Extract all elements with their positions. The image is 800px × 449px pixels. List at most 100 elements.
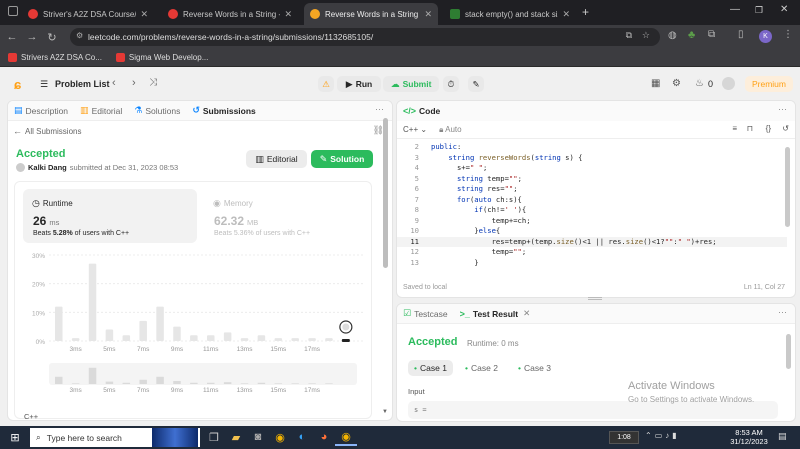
- problem-list-link[interactable]: Problem List: [55, 79, 110, 89]
- tab-description[interactable]: ▤ Description: [14, 105, 68, 116]
- runtime-bar[interactable]: [122, 335, 131, 341]
- reset-code-icon[interactable]: ↺: [782, 124, 789, 133]
- windows-start-icon[interactable]: ⊞: [4, 429, 26, 447]
- sidebar-icon[interactable]: ▯: [738, 29, 744, 40]
- code-line[interactable]: 2 public:: [397, 142, 462, 153]
- code-line[interactable]: 8 if(ch!=' '){: [397, 205, 527, 216]
- restore-icon[interactable]: ❐: [755, 5, 763, 16]
- media-widget[interactable]: 1:08: [609, 431, 639, 444]
- panel-resize-handle[interactable]: [588, 297, 602, 300]
- panel-more-icon[interactable]: ···: [778, 104, 787, 114]
- runtime-bar[interactable]: [240, 338, 249, 341]
- runtime-bar[interactable]: [105, 329, 114, 341]
- edge-icon[interactable]: ◐: [291, 428, 313, 446]
- runtime-bar[interactable]: [223, 332, 232, 341]
- site-info-icon[interactable]: ⚙: [76, 31, 83, 40]
- editorial-button[interactable]: ▥ Editorial: [246, 150, 307, 168]
- all-submissions-link[interactable]: ← All Submissions: [13, 126, 81, 136]
- new-tab-icon[interactable]: +: [582, 5, 589, 19]
- shuffle-icon[interactable]: ⤨: [149, 77, 157, 88]
- tab-test-result[interactable]: >_ Test Result ✕: [460, 308, 531, 319]
- runtime-bar[interactable]: [190, 335, 198, 341]
- camera-icon[interactable]: ◙: [247, 428, 269, 446]
- panel-more-icon[interactable]: ···: [778, 307, 787, 317]
- solution-button[interactable]: ✎ Solution: [311, 150, 373, 168]
- runtime-bar[interactable]: [173, 326, 181, 341]
- bookmark-icon[interactable]: ⊓: [747, 124, 753, 133]
- runtime-bar[interactable]: [139, 320, 147, 341]
- tab-code[interactable]: </> Code: [403, 106, 440, 116]
- author-avatar[interactable]: [16, 163, 25, 172]
- braces-icon[interactable]: {}: [766, 124, 771, 133]
- streak-fire-icon[interactable]: ♨: [695, 78, 704, 89]
- search-highlight-image[interactable]: [152, 428, 198, 447]
- close-window-icon[interactable]: ✕: [780, 4, 788, 15]
- code-line[interactable]: 5 string temp="";: [397, 174, 522, 185]
- case-3-tab[interactable]: • Case 3: [512, 360, 557, 376]
- extension-icon[interactable]: ◍: [668, 30, 677, 41]
- extension-plant-icon[interactable]: ♣: [688, 29, 695, 41]
- runtime-range-selector[interactable]: 3ms 5ms 7ms 9ms 11ms 13ms 15ms 17ms: [15, 360, 371, 400]
- next-problem-icon[interactable]: ›: [132, 77, 136, 89]
- browser-tab[interactable]: Striver's A2Z DSA Course/Sheet ✕: [22, 3, 154, 25]
- close-tab-icon[interactable]: ✕: [140, 9, 148, 20]
- task-view-icon[interactable]: ❐: [203, 428, 225, 446]
- scroll-down-icon[interactable]: ▼: [382, 409, 388, 415]
- runtime-bar[interactable]: [156, 306, 164, 341]
- runtime-bar[interactable]: [55, 306, 63, 341]
- code-editor[interactable]: 2 public: 3 string reverseWords(string s) …: [397, 141, 787, 274]
- reload-icon[interactable]: ↻: [42, 31, 62, 44]
- leetcode-logo-icon[interactable]: ɕ: [14, 77, 21, 92]
- tab-submissions[interactable]: ↺ Submissions: [192, 105, 255, 116]
- back-icon[interactable]: ←: [2, 31, 22, 43]
- code-line[interactable]: 3 string reverseWords(string s) {: [397, 153, 583, 164]
- prev-problem-icon[interactable]: ‹: [112, 77, 116, 89]
- premium-button[interactable]: Premium: [745, 76, 793, 92]
- chrome-active-icon[interactable]: ◉: [335, 428, 357, 446]
- browser-tab-active[interactable]: Reverse Words in a String - Lee ✕: [304, 3, 438, 25]
- clock[interactable]: 8:53 AM 31/12/2023: [727, 428, 771, 446]
- auto-mode-toggle[interactable]: 🔒︎ Auto: [439, 125, 462, 135]
- result-scrollbar[interactable]: [786, 334, 791, 369]
- timer-icon[interactable]: ⏱: [443, 76, 459, 92]
- run-button[interactable]: ▶ Run: [337, 76, 381, 92]
- file-explorer-icon[interactable]: ▰: [225, 428, 247, 446]
- browser-tab[interactable]: stack empty() and stack size() in ✕: [444, 3, 576, 25]
- user-avatar[interactable]: [722, 77, 735, 90]
- browser-tab[interactable]: Reverse Words in a String - [Up ✕: [162, 3, 298, 25]
- panel-more-icon[interactable]: ···: [375, 104, 384, 114]
- submit-button[interactable]: ☁ Submit: [383, 76, 439, 92]
- code-line[interactable]: 9 temp+=ch;: [397, 216, 531, 227]
- code-line[interactable]: 12 temp="";: [397, 247, 526, 258]
- tab-editorial[interactable]: ▥ Editorial: [80, 105, 122, 116]
- code-line[interactable]: 13 }: [397, 258, 478, 269]
- bookmark-item[interactable]: Strivers A2Z DSA Co...: [8, 53, 102, 62]
- minimize-icon[interactable]: —: [730, 4, 740, 15]
- bookmark-star-icon[interactable]: ☆: [642, 30, 650, 41]
- extensions-puzzle-icon[interactable]: ⧉: [708, 29, 715, 40]
- runtime-bar[interactable]: [71, 338, 80, 341]
- your-runtime-bar[interactable]: [341, 339, 350, 342]
- close-result-icon[interactable]: ✕: [523, 308, 530, 319]
- language-select[interactable]: C++ ⌄: [403, 125, 427, 134]
- code-line[interactable]: 7 for(auto ch:s){: [397, 195, 522, 206]
- menu-kebab-icon[interactable]: ⋮: [783, 29, 793, 40]
- code-scrollbar[interactable]: [785, 147, 790, 227]
- left-panel-scrollbar[interactable]: [383, 118, 388, 268]
- runtime-bar[interactable]: [257, 335, 266, 341]
- runtime-box[interactable]: ◷ Runtime 26 ms Beats 5.28% of users wit…: [23, 189, 197, 243]
- runtime-bar[interactable]: [308, 338, 316, 341]
- close-tab-icon[interactable]: ✕: [424, 9, 432, 20]
- runtime-bar[interactable]: [291, 338, 299, 341]
- runtime-distribution-chart[interactable]: 30% 20% 10% 0% 3ms 5ms 7ms 9ms 11ms 13ms 15ms 17ms: [15, 247, 371, 359]
- chrome-icon[interactable]: ◉: [269, 428, 291, 446]
- runtime-bar[interactable]: [274, 338, 283, 341]
- runtime-bar[interactable]: [325, 338, 333, 341]
- code-line[interactable]: 10 }else{: [397, 226, 500, 237]
- notifications-icon[interactable]: ▤: [778, 431, 787, 442]
- memory-box[interactable]: ◉ Memory 62.32 MB Beats 5.36% of users w…: [205, 189, 365, 243]
- runtime-bar[interactable]: [207, 335, 215, 341]
- settings-gear-icon[interactable]: ⚙: [672, 78, 681, 89]
- tab-solutions[interactable]: ⚗ Solutions: [134, 105, 180, 116]
- bookmark-item[interactable]: Sigma Web Develop...: [115, 53, 208, 62]
